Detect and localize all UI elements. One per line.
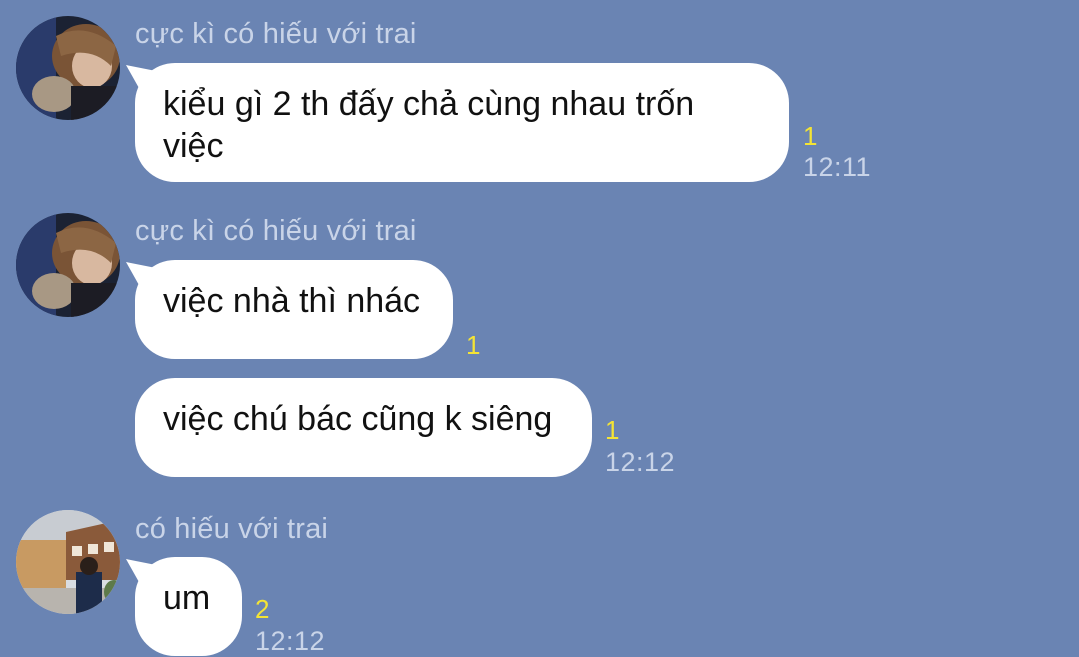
message-bubble[interactable]: việc chú bác cũng k siêng <box>135 378 592 477</box>
message-time: 12:12 <box>605 447 676 477</box>
avatar-photo <box>16 510 120 614</box>
message-text: kiểu gì 2 th đấy chả cùng nhau trốn việc <box>163 85 695 165</box>
message-bubble[interactable]: um <box>135 557 242 656</box>
message-text: việc nhà thì nhác <box>163 282 421 320</box>
read-count: 1 <box>466 330 481 360</box>
sender-name: cực kì có hiếu với trai <box>135 18 417 50</box>
message-text: um <box>163 579 211 617</box>
avatar-photo <box>16 213 120 317</box>
user-avatar[interactable] <box>16 510 120 614</box>
read-count: 2 <box>255 594 270 624</box>
user-avatar[interactable] <box>16 16 120 120</box>
read-count: 1 <box>605 415 620 445</box>
read-count: 1 <box>803 121 818 151</box>
message-time: 12:11 <box>803 152 872 182</box>
message-bubble[interactable]: kiểu gì 2 th đấy chả cùng nhau trốn việc <box>135 63 789 182</box>
chat-room: cực kì có hiếu với trai kiểu gì 2 th đấy… <box>0 0 1079 657</box>
message-bubble[interactable]: việc nhà thì nhác <box>135 260 453 359</box>
avatar-photo <box>16 16 120 120</box>
sender-name: cực kì có hiếu với trai <box>135 215 417 247</box>
message-time: 12:12 <box>255 626 326 656</box>
sender-name: có hiếu với trai <box>135 513 329 545</box>
message-text: việc chú bác cũng k siêng <box>163 400 553 438</box>
user-avatar[interactable] <box>16 213 120 317</box>
